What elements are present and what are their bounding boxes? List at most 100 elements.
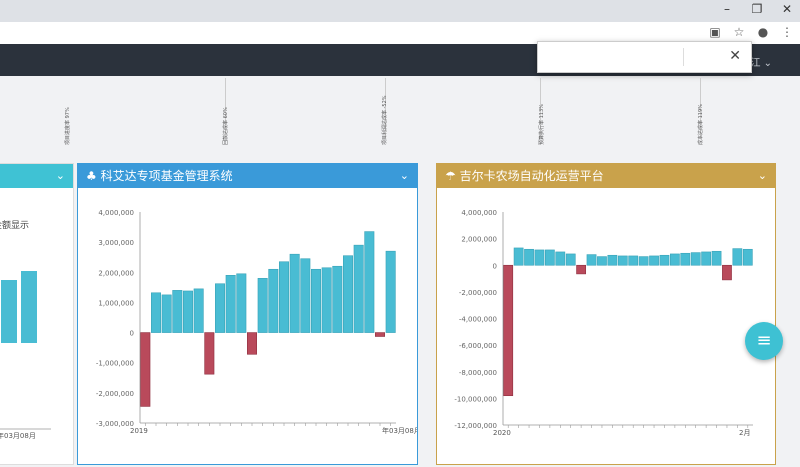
kpi-ticker: 项目进度率 97% bbox=[65, 107, 71, 145]
chart-bar bbox=[586, 254, 597, 266]
chart-bar bbox=[375, 332, 385, 337]
chart-bar bbox=[289, 253, 300, 333]
kpi-ticker: 成本达成率 119% bbox=[698, 104, 704, 145]
chart-bar bbox=[1, 280, 17, 343]
panel-header[interactable]: ⌄ bbox=[0, 164, 73, 188]
chart-bar bbox=[215, 283, 225, 333]
browser-popup: ✕ bbox=[537, 41, 752, 73]
close-icon[interactable]: ✕ bbox=[780, 2, 794, 16]
chart-bar bbox=[524, 248, 534, 266]
profile-icon[interactable]: ● bbox=[756, 25, 770, 39]
kpi-ticker: 回款达成率 60% bbox=[223, 107, 229, 145]
chevron-down-icon[interactable]: ⌄ bbox=[758, 164, 767, 188]
chart-bar bbox=[385, 250, 396, 333]
project-panel-jierka: ☂ 吉尔卡农场自动化运营平台 ⌄ 4,000,000 2,000,000 0 -2,0… bbox=[436, 163, 776, 465]
y-tick-label: -8,000,000 bbox=[459, 369, 497, 377]
panel-title-icon: ☂ bbox=[445, 169, 460, 183]
chevron-down-icon[interactable]: ⌄ bbox=[400, 164, 409, 188]
chevron-down-icon[interactable]: ⌄ bbox=[56, 164, 65, 188]
chart-bar bbox=[151, 292, 161, 333]
restore-icon[interactable]: ❐ bbox=[750, 2, 764, 16]
y-tick-label: 2,000,000 bbox=[98, 269, 134, 277]
bar-chart-keaida: 4,000,000 3,000,000 2,000,000 1,000,000 0 -1,… bbox=[96, 209, 421, 435]
y-tick-label: -4,000,000 bbox=[459, 316, 497, 324]
chart-bar bbox=[21, 271, 37, 343]
window-controls: – ❐ ✕ bbox=[720, 2, 794, 16]
project-panel-left: ⌄ 金额显示 年03月08月 bbox=[0, 163, 74, 465]
chart-bar bbox=[140, 332, 151, 407]
chart-bar bbox=[534, 249, 545, 266]
chart-bar bbox=[722, 264, 732, 281]
toolbar-icons: ▣ ☆ ● ⋮ bbox=[708, 25, 794, 39]
y-tick-label: 2,000,000 bbox=[461, 236, 497, 244]
chart-bar bbox=[311, 268, 321, 333]
minimize-icon[interactable]: – bbox=[720, 2, 734, 16]
chart-bar bbox=[711, 250, 722, 266]
chart-bar bbox=[204, 332, 215, 375]
star-icon[interactable]: ☆ bbox=[732, 25, 746, 39]
x-tick-label: 2019 bbox=[130, 427, 148, 435]
chart-bar bbox=[597, 256, 607, 266]
chart-bar bbox=[183, 290, 193, 333]
user-menu[interactable]: 江 ⌄ bbox=[750, 54, 772, 69]
chart-bar bbox=[257, 278, 268, 333]
y-tick-label: 3,000,000 bbox=[98, 239, 134, 247]
y-tick-label: 1,000,000 bbox=[98, 299, 134, 307]
panel-title-icon: ♣ bbox=[86, 169, 101, 183]
chart-bar bbox=[669, 253, 680, 266]
chart-bar bbox=[565, 253, 576, 266]
floating-menu-button[interactable]: ≡ bbox=[745, 322, 783, 360]
y-tick-label: -6,000,000 bbox=[459, 342, 497, 350]
y-tick-label: 0 bbox=[493, 262, 497, 270]
popup-close-icon[interactable]: ✕ bbox=[729, 48, 741, 64]
chart-bar bbox=[701, 251, 712, 266]
chart-bar bbox=[300, 258, 311, 333]
chart-bar bbox=[503, 264, 514, 397]
left-chart: 年03月08月 bbox=[0, 271, 51, 440]
chart-bar bbox=[680, 252, 691, 266]
x-axis-label: 年03月08月 bbox=[0, 431, 36, 440]
kpi-ticker: 预算执行率 113% bbox=[539, 104, 545, 145]
chart-bar bbox=[732, 248, 743, 266]
chart-bar bbox=[172, 290, 183, 333]
y-tick-label: -12,000,000 bbox=[454, 422, 497, 430]
x-tick-label: 2月 bbox=[739, 429, 750, 437]
x-tick-label: 年03月08月 bbox=[382, 426, 417, 435]
chart-bar bbox=[225, 275, 236, 333]
kpi-ticker: 项目利润达成率 -52% bbox=[382, 95, 388, 145]
chart-bar bbox=[649, 255, 659, 266]
chart-bar bbox=[343, 255, 353, 333]
y-tick-label: -1,000,000 bbox=[96, 360, 134, 368]
page-icon[interactable]: ▣ bbox=[708, 25, 722, 39]
chart-bar bbox=[544, 249, 555, 266]
chart-bar bbox=[279, 261, 289, 333]
more-icon[interactable]: ⋮ bbox=[780, 25, 794, 39]
chart-bar bbox=[555, 251, 566, 266]
chart-bar bbox=[161, 294, 172, 333]
y-tick-label: 4,000,000 bbox=[461, 209, 497, 217]
panel-title: 吉尔卡农场自动化运营平台 bbox=[459, 169, 604, 183]
y-tick-label: -3,000,000 bbox=[96, 420, 134, 428]
browser-title-bar: – ❐ ✕ bbox=[0, 0, 800, 22]
bar-chart-jierka: 4,000,000 2,000,000 0 -2,000,000 -4,000,000 -… bbox=[454, 209, 753, 437]
chart-bar bbox=[247, 332, 257, 355]
chart-bar bbox=[321, 267, 332, 333]
chart-bar bbox=[193, 288, 204, 333]
popup-divider bbox=[683, 48, 684, 66]
chart-bar bbox=[353, 244, 364, 333]
chart-bar bbox=[690, 252, 701, 266]
chart-bar bbox=[332, 265, 343, 333]
chart-bar bbox=[513, 247, 524, 266]
panel-header[interactable]: ♣ 科艾达专项基金管理系统 ⌄ bbox=[78, 164, 417, 188]
x-tick-label: 2020 bbox=[493, 429, 511, 437]
chart-bar bbox=[628, 255, 639, 266]
chart-bar bbox=[659, 254, 670, 266]
chart-bar bbox=[236, 273, 247, 333]
chart-bar bbox=[617, 255, 628, 266]
y-tick-label: -2,000,000 bbox=[459, 289, 497, 297]
panel-header[interactable]: ☂ 吉尔卡农场自动化运营平台 ⌄ bbox=[437, 164, 775, 188]
chart-bar bbox=[638, 256, 649, 266]
chart-bar bbox=[268, 268, 279, 333]
y-tick-label: -2,000,000 bbox=[96, 390, 134, 398]
panel-title: 科艾达专项基金管理系统 bbox=[100, 169, 233, 183]
